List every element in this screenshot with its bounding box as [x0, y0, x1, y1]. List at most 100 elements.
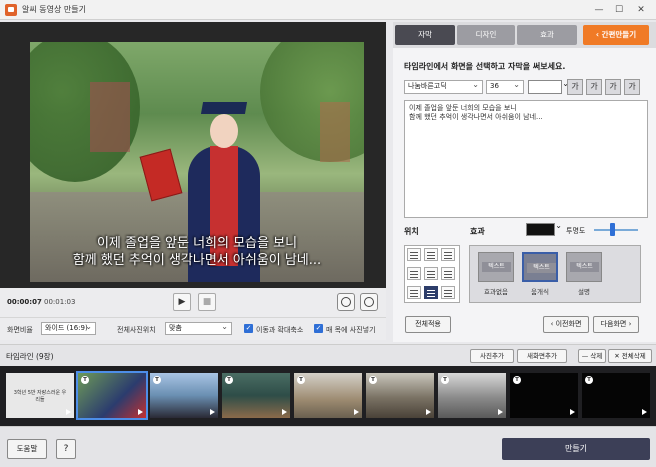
effect-caption[interactable]: 텍스트: [566, 252, 602, 282]
close-button[interactable]: ✕: [632, 2, 650, 18]
timeline: 3학년 5반 자랑스러운 우리들 T T T T T T T T: [0, 366, 656, 426]
position-middle-right[interactable]: [441, 267, 455, 280]
move-zoom-checkbox[interactable]: ✓: [244, 324, 253, 333]
title-bar: 알씨 동영상 만들기 — ☐ ✕: [0, 0, 656, 20]
transition-label: 매 목에 사진넣기: [326, 326, 376, 334]
effect-none[interactable]: 텍스트: [478, 252, 514, 282]
effect-label: 효과: [470, 227, 485, 236]
rewind-button[interactable]: [337, 293, 355, 311]
timeline-thumb-3[interactable]: T: [150, 373, 218, 418]
thumb-1-caption: 3학년 5반 자랑스러운 우리들: [13, 390, 67, 403]
effect-typewriter-thumb-text: 텍스트: [527, 263, 556, 273]
current-time: 00:00:07: [7, 298, 42, 306]
maximize-button[interactable]: ☐: [610, 2, 628, 18]
next-screen-button[interactable]: 다음화면 ›: [593, 316, 639, 333]
position-middle-left[interactable]: [407, 267, 421, 280]
underline-button[interactable]: 가: [605, 79, 621, 95]
subtitle-line-1: 이제 졸업을 앞둔 너희의 모습을 보니: [96, 236, 298, 251]
video-preview: 이제 졸업을 앞둔 너희의 모습을 보니 함께 했던 추억이 생각나면서 아쉬움…: [0, 22, 386, 288]
opacity-label: 투명도: [566, 227, 586, 235]
shadow-button[interactable]: 가: [624, 79, 640, 95]
stop-button[interactable]: ■: [198, 293, 216, 311]
forward-button[interactable]: [360, 293, 378, 311]
text-badge-icon: T: [585, 376, 593, 384]
bottom-bar: 도움말 ? 만들기: [0, 426, 656, 467]
timeline-thumb-2[interactable]: T: [76, 371, 148, 420]
play-icon: [426, 409, 431, 415]
question-button[interactable]: ?: [56, 439, 76, 459]
timeline-thumb-4[interactable]: T: [222, 373, 290, 418]
time-separator: /: [38, 298, 41, 306]
play-icon: [354, 409, 359, 415]
bold-button[interactable]: 가: [567, 79, 583, 95]
app-icon: [5, 4, 17, 16]
position-middle-center[interactable]: [424, 267, 438, 280]
prev-screen-button[interactable]: ‹ 이전화면: [543, 316, 589, 333]
text-badge-icon: T: [225, 376, 233, 384]
apply-all-button[interactable]: 전체적용: [405, 316, 451, 333]
effect-options: 텍스트 효과없음 텍스트 움개식 텍스트 설명: [469, 245, 641, 303]
timeline-thumb-6[interactable]: T: [366, 373, 434, 418]
play-icon: [282, 409, 287, 415]
position-bottom-right[interactable]: [441, 286, 455, 299]
text-line-2: 함께 했던 추억이 생각나면서 아쉬움이 남네...: [409, 113, 543, 121]
play-icon: [570, 409, 575, 415]
font-size-select[interactable]: 36: [486, 79, 524, 94]
position-bottom-left[interactable]: [407, 286, 421, 299]
delete-button[interactable]: — 삭제: [578, 349, 606, 363]
help-button[interactable]: 도움말: [7, 439, 47, 459]
position-top-right[interactable]: [441, 248, 455, 261]
tab-design[interactable]: 디자인: [457, 25, 515, 45]
italic-button[interactable]: 가: [586, 79, 602, 95]
options-row: 화면비율 와이드 (16:9) 전체사진위치 맞춤 ✓ 이동과 확대축소 ✓ 매…: [0, 318, 386, 340]
add-photo-button[interactable]: 사진추가: [470, 349, 514, 363]
timeline-thumb-8[interactable]: T: [510, 373, 578, 418]
effect-caption-label: 설명: [578, 288, 590, 296]
play-icon: [138, 409, 143, 415]
make-button[interactable]: 만들기: [502, 438, 650, 460]
ratio-select[interactable]: 와이드 (16:9): [41, 321, 96, 335]
minimize-button[interactable]: —: [590, 2, 608, 18]
position-label: 위치: [404, 227, 419, 236]
transition-checkbox[interactable]: ✓: [314, 324, 323, 333]
play-icon: [210, 409, 215, 415]
delete-all-button[interactable]: ✕ 전체삭제: [608, 349, 652, 363]
text-badge-icon: T: [153, 376, 161, 384]
tab-effect[interactable]: 효과: [517, 25, 577, 45]
position-grid: [404, 245, 460, 303]
add-screen-button[interactable]: 새화면추가: [517, 349, 567, 363]
effect-typewriter[interactable]: 텍스트: [522, 252, 558, 282]
timeline-title: 타임라인 (9장): [6, 352, 54, 361]
rewind-icon: [341, 297, 351, 307]
play-button[interactable]: ▶: [173, 293, 191, 311]
play-icon: [66, 409, 71, 415]
preview-subtitle: 이제 졸업을 앞둔 너희의 모습을 보니 함께 했던 추억이 생각나면서 아쉬움…: [30, 235, 364, 269]
position-top-center[interactable]: [424, 248, 438, 261]
timeline-thumb-7[interactable]: T: [438, 373, 506, 418]
position-top-left[interactable]: [407, 248, 421, 261]
subtitle-text-input[interactable]: 이제 졸업을 앞둔 너희의 모습을 보니 함께 했던 추억이 생각나면서 아쉬움…: [404, 100, 648, 218]
simple-mode-button[interactable]: ‹ 간편만들기: [583, 25, 649, 45]
opacity-slider-thumb[interactable]: [609, 223, 615, 236]
text-line-1: 이제 졸업을 앞둔 너희의 모습을 보니: [409, 104, 517, 112]
stop-icon: ■: [202, 297, 212, 307]
effect-typewriter-label: 움개식: [531, 288, 549, 296]
timeline-thumb-1[interactable]: 3학년 5반 자랑스러운 우리들: [6, 373, 74, 418]
tab-subtitle[interactable]: 자막: [395, 25, 455, 45]
timeline-thumb-9[interactable]: T: [582, 373, 650, 418]
text-color-picker[interactable]: [528, 79, 569, 94]
font-select[interactable]: 나눔바른고딕: [404, 79, 483, 94]
tab-strip: 자막 디자인 효과 ‹ 간편만들기: [393, 22, 656, 48]
timeline-thumb-5[interactable]: T: [294, 373, 362, 418]
total-time: 00:01:03: [44, 298, 76, 306]
ratio-label: 화면비율: [7, 326, 33, 334]
photo-position-select[interactable]: 맞춤: [165, 321, 232, 335]
opacity-slider-track[interactable]: [594, 229, 638, 231]
effect-none-label: 효과없음: [484, 288, 508, 296]
background-color-picker[interactable]: [526, 221, 562, 236]
forward-icon: [364, 297, 374, 307]
subtitle-panel: 자막 디자인 효과 ‹ 간편만들기 타임라인에서 화면을 선택하고 자막을 써보…: [393, 22, 656, 342]
position-bottom-center[interactable]: [424, 286, 438, 299]
play-icon: [642, 409, 647, 415]
player-controls: 00:00:07 / 00:01:03 ▶ ■: [0, 288, 386, 318]
